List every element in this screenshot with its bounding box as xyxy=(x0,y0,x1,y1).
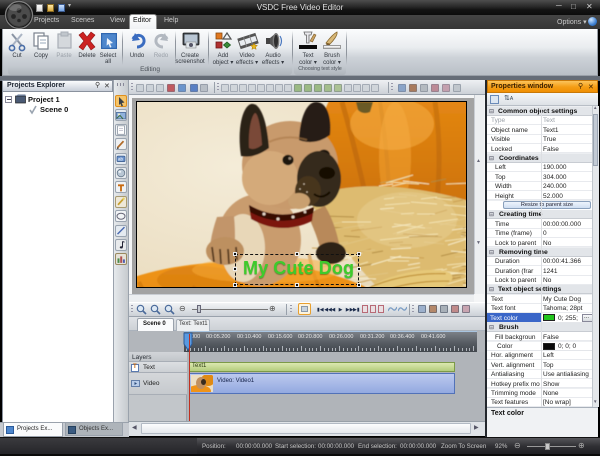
svg-text:ab: ab xyxy=(118,157,124,162)
